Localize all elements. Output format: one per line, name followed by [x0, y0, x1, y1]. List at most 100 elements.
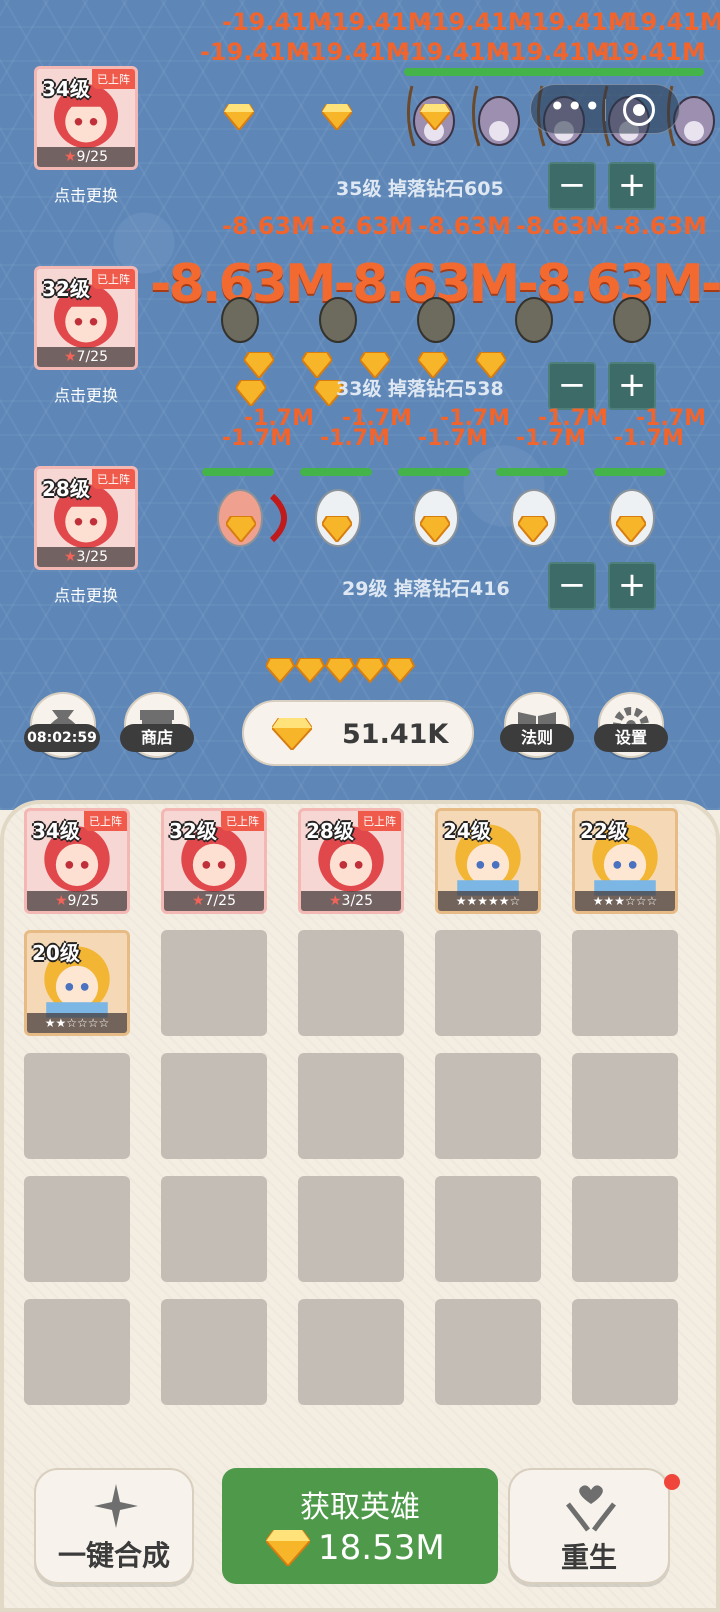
empty-slot[interactable] — [24, 1053, 130, 1159]
empty-slot[interactable] — [161, 1299, 267, 1405]
empty-slot[interactable] — [298, 1176, 404, 1282]
notification-dot — [664, 1474, 680, 1490]
star-rating: ★★☆☆☆☆ — [27, 1013, 127, 1033]
inventory-hero-slot[interactable]: 22级 ★★★☆☆☆ — [572, 808, 678, 914]
empty-slot[interactable] — [435, 1053, 541, 1159]
hero-level: 28级 — [306, 819, 354, 843]
boost-timer: 08:02:59 — [24, 724, 100, 752]
hero-star-count: ★7/25 — [37, 347, 135, 367]
enemy-hp-bar — [404, 68, 704, 76]
empty-slot[interactable] — [24, 1299, 130, 1405]
damage-number: -19.41M — [200, 38, 310, 66]
lane2-hero-card[interactable]: 32级 已上阵 ★7/25 — [34, 266, 138, 370]
star-progress: 7/25 — [76, 349, 108, 365]
gem-trail-icon — [266, 658, 416, 684]
deployed-badge: 已上阵 — [358, 811, 401, 831]
gem-icon — [226, 516, 256, 542]
empty-slot[interactable] — [24, 1176, 130, 1282]
inventory-hero-slot[interactable]: 28级 已上阵 ★3/25 — [298, 808, 404, 914]
empty-slot[interactable] — [298, 1053, 404, 1159]
gem-icon — [244, 352, 274, 378]
empty-slot[interactable] — [572, 1176, 678, 1282]
damage-number: -1.7M — [222, 426, 292, 451]
plus-button[interactable]: + — [608, 162, 656, 210]
star-icon: ★ — [63, 149, 77, 165]
damage-number: -19.41M — [500, 38, 610, 66]
empty-slot[interactable] — [435, 1299, 541, 1405]
lane-drop-info: 35级 掉落钻石605 — [336, 178, 504, 200]
gem-total-value: 51.41K — [342, 719, 449, 750]
damage-number: -8.63M — [320, 212, 414, 240]
lane-drop-info: 33级 掉落钻石538 — [336, 378, 504, 400]
hero-level: 34级 — [32, 819, 80, 843]
hero-star-count: ★3/25 — [37, 547, 135, 567]
change-hero-link[interactable]: 点击更换 — [34, 182, 138, 206]
star-progress: 3/25 — [341, 893, 373, 909]
change-hero-link[interactable]: 点击更换 — [34, 582, 138, 606]
deployed-badge: 已上阵 — [92, 69, 135, 89]
change-hero-link[interactable]: 点击更换 — [34, 382, 138, 406]
empty-slot[interactable] — [435, 1176, 541, 1282]
star-progress: 7/25 — [204, 893, 236, 909]
minus-button[interactable]: − — [548, 362, 596, 410]
gem-total-display: 51.41K — [242, 700, 474, 766]
empty-slot[interactable] — [572, 1053, 678, 1159]
enemy-hp-bar — [398, 468, 470, 476]
hero-level: 34级 — [42, 77, 90, 101]
empty-slot[interactable] — [435, 930, 541, 1036]
gem-icon — [302, 352, 332, 378]
hero-star-count: ★7/25 — [164, 891, 264, 911]
deployed-badge: 已上阵 — [92, 469, 135, 489]
capsule-divider — [605, 99, 606, 121]
gem-icon — [420, 516, 450, 542]
hero-level: 32级 — [169, 819, 217, 843]
inventory-hero-slot[interactable]: 34级 已上阵 ★9/25 — [24, 808, 130, 914]
sparkle-icon — [94, 1484, 138, 1528]
shop-label: 商店 — [120, 724, 194, 752]
rules-label: 法则 — [500, 724, 574, 752]
empty-slot[interactable] — [572, 930, 678, 1036]
empty-slot[interactable] — [161, 930, 267, 1036]
star-icon: ★ — [191, 893, 205, 909]
lane3-hero-card[interactable]: 28级 已上阵 ★3/25 — [34, 466, 138, 570]
lane1-hero-card[interactable]: 34级 已上阵 ★9/25 — [34, 66, 138, 170]
damage-number: -8.63M — [516, 212, 610, 240]
hero-level: 24级 — [443, 819, 491, 843]
close-target-icon[interactable] — [623, 94, 655, 126]
inventory-hero-slot[interactable]: 20级 ★★☆☆☆☆ — [24, 930, 130, 1036]
gem-icon — [322, 104, 352, 130]
star-icon: ★ — [54, 893, 68, 909]
plus-button[interactable]: + — [608, 362, 656, 410]
enemy-hp-bar — [594, 468, 666, 476]
more-icon[interactable]: ••• — [549, 93, 602, 121]
empty-slot[interactable] — [161, 1176, 267, 1282]
gem-icon — [420, 104, 450, 130]
auto-merge-button[interactable]: 一键合成 — [34, 1468, 194, 1584]
star-progress: 9/25 — [67, 893, 99, 909]
hands-heart-icon — [566, 1485, 616, 1532]
empty-slot[interactable] — [298, 930, 404, 1036]
gem-icon — [322, 516, 352, 542]
lizard-enemies — [221, 297, 651, 343]
get-hero-title: 获取英雄 — [300, 1490, 420, 1525]
settings-label: 设置 — [594, 724, 668, 752]
inventory-hero-slot[interactable]: 24级 ★★★★★☆ — [435, 808, 541, 914]
empty-slot[interactable] — [572, 1299, 678, 1405]
inventory-hero-slot[interactable]: 32级 已上阵 ★7/25 — [161, 808, 267, 914]
get-hero-button[interactable]: 获取英雄 18.53M — [222, 1468, 498, 1584]
hero-level: 20级 — [32, 941, 80, 965]
minus-button[interactable]: − — [548, 562, 596, 610]
gem-icon — [266, 1530, 310, 1566]
empty-slot[interactable] — [298, 1299, 404, 1405]
rebirth-button[interactable]: 重生 — [508, 1468, 670, 1584]
damage-number: -8.63M — [418, 212, 512, 240]
minus-button[interactable]: − — [548, 162, 596, 210]
empty-slot[interactable] — [161, 1053, 267, 1159]
hero-star-count: ★3/25 — [301, 891, 401, 911]
plus-button[interactable]: + — [608, 562, 656, 610]
star-icon: ★ — [63, 349, 77, 365]
hero-level: 22级 — [580, 819, 628, 843]
gem-icon — [616, 516, 646, 542]
damage-number: -8.63M — [222, 212, 316, 240]
hero-star-count: ★9/25 — [37, 147, 135, 167]
